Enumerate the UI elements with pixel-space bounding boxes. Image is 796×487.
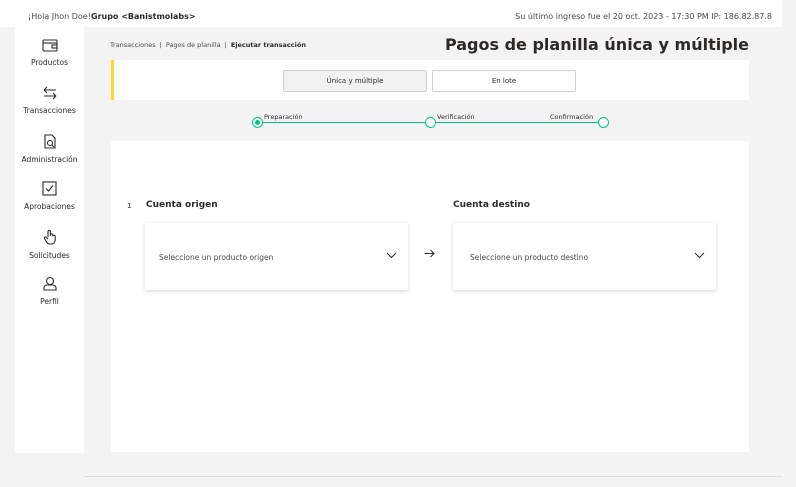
breadcrumb-item-pagos-planilla[interactable]: Pagos de planilla	[166, 41, 221, 49]
sidebar-item-label: Productos	[31, 58, 68, 67]
step-indicator-verificacion	[425, 117, 436, 128]
progress-stepper: Preparación Verificación Confirmación	[0, 110, 796, 130]
sidebar-item-solicitudes[interactable]: Solicitudes	[15, 229, 84, 260]
last-login-info: Su último ingreso fue el 20 oct. 2023 - …	[515, 12, 772, 21]
step-label-confirmacion: Confirmación	[550, 113, 594, 121]
step-connector	[263, 122, 426, 123]
sidebar: Productos Transacciones Administración A…	[15, 27, 84, 453]
transfer-arrows-icon	[43, 86, 56, 100]
top-bar: ¡Hola Jhon Doe! Grupo <Banistmolabs> Su …	[0, 0, 782, 27]
sidebar-item-administracion[interactable]: Administración	[15, 134, 84, 164]
destination-account-title: Cuenta destino	[453, 200, 530, 210]
sidebar-item-aprobaciones[interactable]: Aprobaciones	[15, 181, 84, 211]
wallet-icon	[41, 39, 58, 52]
section-number: 1	[127, 202, 132, 210]
tab-en-lote[interactable]: En lote	[432, 70, 576, 92]
footer-divider	[84, 476, 782, 477]
sidebar-item-perfil[interactable]: Perfil	[15, 276, 84, 306]
breadcrumb: Transacciones | Pagos de planilla | Ejecutar…	[110, 41, 306, 49]
step-label-preparacion: Preparación	[264, 113, 303, 121]
origin-product-select[interactable]: Seleccione un producto origen	[145, 223, 408, 290]
greeting-text: ¡Hola Jhon Doe!	[28, 12, 91, 21]
tab-bar: Única y múltiple En lote	[111, 60, 749, 100]
group-name: Grupo <Banistmolabs>	[91, 12, 196, 21]
step-label-verificacion: Verificación	[437, 113, 475, 121]
destination-select-placeholder: Seleccione un producto destino	[470, 253, 589, 262]
step-indicator-preparacion	[252, 117, 263, 128]
sidebar-item-label: Aprobaciones	[24, 202, 75, 211]
origin-select-placeholder: Seleccione un producto origen	[159, 253, 274, 262]
user-icon	[42, 276, 57, 291]
page-title: Pagos de planilla única y múltiple	[444, 35, 749, 54]
hand-pointer-icon	[43, 229, 56, 245]
sidebar-item-label: Perfil	[40, 297, 59, 306]
step-connector	[436, 122, 599, 123]
destination-product-select[interactable]: Seleccione un producto destino	[453, 223, 716, 290]
sidebar-item-label: Solicitudes	[29, 251, 70, 260]
tab-unica-multiple[interactable]: Única y múltiple	[283, 70, 427, 92]
sidebar-item-label: Administración	[21, 155, 78, 164]
chevron-down-icon	[694, 252, 705, 259]
sidebar-item-productos[interactable]: Productos	[15, 38, 84, 67]
breadcrumb-separator: |	[159, 41, 162, 49]
origin-account-title: Cuenta origen	[146, 200, 218, 210]
arrow-right-icon	[424, 249, 435, 258]
checkbox-icon	[42, 181, 57, 196]
breadcrumb-separator: |	[224, 41, 227, 49]
breadcrumb-item-current: Ejecutar transacción	[230, 41, 306, 49]
document-search-icon	[43, 134, 56, 149]
chevron-down-icon	[386, 252, 397, 259]
breadcrumb-item-transacciones[interactable]: Transacciones	[110, 41, 156, 49]
form-card: 1 Cuenta origen Cuenta destino Seleccion…	[111, 141, 749, 452]
step-indicator-confirmacion	[598, 117, 609, 128]
